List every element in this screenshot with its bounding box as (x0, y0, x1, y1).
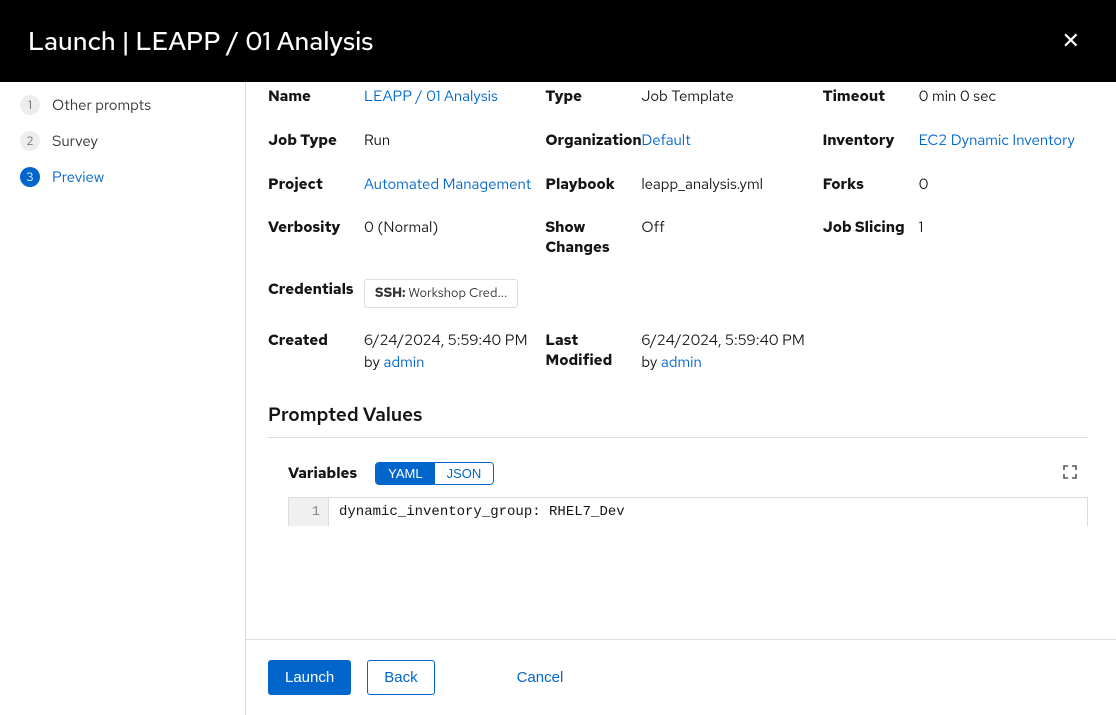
step-number: 1 (20, 95, 40, 115)
step-preview[interactable]: 3 Preview (14, 159, 231, 195)
wizard-sidebar: 1 Other prompts 2 Survey 3 Preview (0, 82, 246, 715)
detail-label: Show Changes (545, 217, 641, 257)
step-other-prompts[interactable]: 1 Other prompts (14, 87, 231, 123)
preview-content: Name LEAPP / 01 Analysis Type Job Templa… (246, 82, 1116, 639)
expand-button[interactable] (1060, 463, 1080, 483)
detail-forks: Forks 0 (823, 174, 1088, 196)
detail-modified: Last Modified 6/24/2024, 5:59:40 PM by a… (545, 330, 810, 374)
modal-header: Launch | LEAPP / 01 Analysis ✕ (0, 0, 1116, 82)
organization-link[interactable]: Default (641, 130, 691, 150)
toggle-json[interactable]: JSON (435, 463, 494, 484)
toggle-yaml[interactable]: YAML (376, 463, 434, 484)
detail-label: Verbosity (268, 217, 364, 257)
detail-label: Timeout (823, 86, 919, 108)
detail-label: Project (268, 174, 364, 196)
detail-value: 0 (Normal) (364, 217, 533, 257)
back-button[interactable]: Back (367, 660, 434, 695)
detail-label: Last Modified (545, 330, 641, 374)
credential-value: Workshop Cred... (405, 284, 507, 301)
detail-project: Project Automated Management (268, 174, 533, 196)
step-survey[interactable]: 2 Survey (14, 123, 231, 159)
detail-label: Created (268, 330, 364, 374)
expand-icon (1062, 464, 1078, 480)
detail-value: Off (641, 217, 810, 257)
detail-label: Inventory (823, 130, 919, 152)
line-gutter: 1 (289, 498, 329, 526)
detail-label: Name (268, 86, 364, 108)
name-link[interactable]: LEAPP / 01 Analysis (364, 86, 498, 106)
detail-value: 6/24/2024, 5:59:40 PM by admin (364, 330, 533, 374)
format-toggle: YAML JSON (375, 462, 494, 485)
detail-name: Name LEAPP / 01 Analysis (268, 86, 533, 108)
detail-job-slicing: Job Slicing 1 (823, 217, 1088, 257)
cancel-button[interactable]: Cancel (501, 661, 580, 694)
detail-verbosity: Verbosity 0 (Normal) (268, 217, 533, 257)
divider (268, 437, 1088, 438)
detail-value: 0 (919, 174, 1088, 196)
step-number: 2 (20, 131, 40, 151)
step-label: Preview (52, 167, 104, 187)
credential-chip[interactable]: SSH: Workshop Cred... (364, 279, 518, 308)
detail-job-type: Job Type Run (268, 130, 533, 152)
step-number: 3 (20, 167, 40, 187)
detail-label: Organization (545, 130, 641, 152)
detail-label: Credentials (268, 279, 364, 308)
detail-value: 6/24/2024, 5:59:40 PM by admin (641, 330, 810, 374)
detail-playbook: Playbook leapp_analysis.yml (545, 174, 810, 196)
close-icon: ✕ (1062, 28, 1080, 53)
modal-footer: Launch Back Cancel (246, 639, 1116, 715)
detail-label: Forks (823, 174, 919, 196)
prompted-values-heading: Prompted Values (268, 402, 1088, 427)
detail-value: Run (364, 130, 533, 152)
credential-type: SSH: (375, 284, 405, 301)
close-button[interactable]: ✕ (1054, 24, 1088, 58)
variables-editor[interactable]: 1 dynamic_inventory_group: RHEL7_Dev (288, 497, 1088, 526)
detail-value: leapp_analysis.yml (641, 174, 810, 196)
detail-value: 0 min 0 sec (919, 86, 1088, 108)
detail-value: Job Template (641, 86, 810, 108)
launch-button[interactable]: Launch (268, 660, 351, 695)
detail-organization: Organization Default (545, 130, 810, 152)
modified-user-link[interactable]: admin (661, 352, 702, 372)
detail-type: Type Job Template (545, 86, 810, 108)
detail-value: 1 (919, 217, 1088, 257)
inventory-link[interactable]: EC2 Dynamic Inventory (919, 130, 1075, 150)
detail-label: Job Slicing (823, 217, 919, 257)
modal-title: Launch | LEAPP / 01 Analysis (28, 24, 373, 58)
project-link[interactable]: Automated Management (364, 174, 531, 194)
detail-label: Type (545, 86, 641, 108)
detail-credentials: Credentials SSH: Workshop Cred... (268, 279, 1088, 308)
variables-label: Variables (288, 463, 357, 483)
detail-created: Created 6/24/2024, 5:59:40 PM by admin (268, 330, 533, 374)
step-label: Other prompts (52, 95, 151, 115)
detail-timeout: Timeout 0 min 0 sec (823, 86, 1088, 108)
detail-label: Job Type (268, 130, 364, 152)
step-label: Survey (52, 131, 98, 151)
detail-label: Playbook (545, 174, 641, 196)
created-user-link[interactable]: admin (384, 352, 425, 372)
code-content: dynamic_inventory_group: RHEL7_Dev (329, 498, 635, 526)
detail-show-changes: Show Changes Off (545, 217, 810, 257)
detail-inventory: Inventory EC2 Dynamic Inventory (823, 130, 1088, 152)
